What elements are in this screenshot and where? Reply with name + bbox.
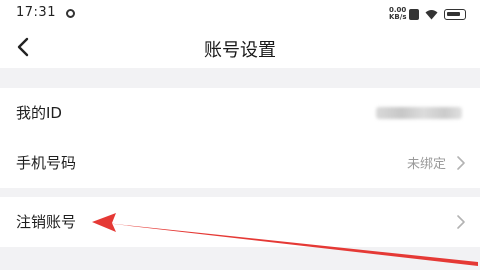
chevron-right-icon	[457, 156, 465, 170]
row-delete-account[interactable]: 注销账号	[0, 197, 480, 247]
row-label-delete-account: 注销账号	[16, 213, 77, 231]
sim-card-icon	[409, 8, 419, 20]
status-icons: 0.00 KB/s	[389, 7, 466, 21]
obscured-id-value	[376, 107, 462, 119]
account-delete-card: 注销账号	[0, 197, 480, 247]
network-speed: 0.00 KB/s	[389, 6, 407, 21]
chevron-right-icon	[457, 215, 465, 229]
account-info-card: 我的ID 手机号码 未绑定	[0, 88, 480, 188]
wifi-icon	[425, 9, 438, 19]
row-my-id[interactable]: 我的ID	[0, 88, 480, 138]
status-time: 17:31	[16, 5, 56, 20]
row-label-phone: 手机号码	[16, 154, 77, 172]
title-bar: 账号设置	[0, 26, 480, 68]
notification-icon	[66, 9, 75, 18]
phone-status-value: 未绑定	[406, 157, 446, 172]
battery-icon	[444, 8, 466, 20]
row-phone-number[interactable]: 手机号码 未绑定	[0, 138, 480, 188]
page-title: 账号设置	[204, 40, 276, 61]
row-label-my-id: 我的ID	[16, 104, 62, 122]
status-bar: 17:31 0.00 KB/s	[0, 0, 480, 26]
